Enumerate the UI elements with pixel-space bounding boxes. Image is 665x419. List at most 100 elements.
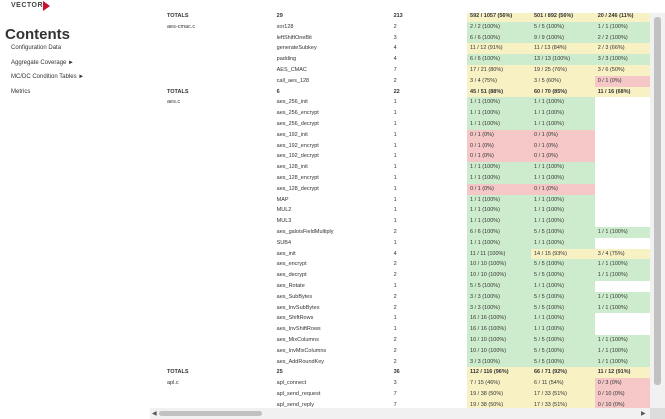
file-cell (164, 195, 274, 206)
n-cell: 1 (393, 174, 397, 181)
c3-cell (595, 97, 650, 108)
sidebar-item-mcdc-condition-tables[interactable]: MC/DC Condition Tables ► (11, 74, 84, 80)
statements-cell (429, 357, 467, 368)
c1-cell: 10 / 10 (100%) (467, 345, 531, 357)
table-row: AES_CMAC 7 17 / 21 (80%) 19 / 25 (76%) 3 / 6… (164, 64, 650, 76)
statements-cell (429, 151, 467, 162)
fn-cell: apl_send_reply (276, 401, 314, 408)
fn-cell: aes_256_init (276, 99, 308, 106)
vector-logo: VECTOR (11, 2, 44, 9)
c3-cell (595, 119, 650, 130)
statements-cell (429, 162, 467, 173)
c2-cell: 5 / 5 (100%) (531, 334, 595, 346)
table-row: aes.c aes_256_init 1 1 / 1 (100%) 1 / 1 (100… (164, 97, 650, 109)
scroll-right-icon[interactable]: ▶ (641, 410, 646, 417)
n-cell: 1 (393, 218, 397, 225)
scroll-left-icon[interactable]: ◀ (152, 410, 157, 417)
c3-cell (595, 313, 650, 324)
statements-cell (429, 97, 467, 108)
table-row: aes_SubBytes 2 3 / 3 (100%) 5 / 5 (100%) 1 /… (164, 291, 650, 303)
c2-cell: 0 / 1 (0%) (531, 183, 595, 195)
c2-cell: 19 / 25 (76%) (531, 64, 595, 76)
statements-cell (429, 65, 467, 76)
c2-cell: 5 / 5 (100%) (531, 356, 595, 368)
statements-cell (429, 119, 467, 130)
file-cell (164, 238, 274, 249)
c1-cell: 17 / 21 (80%) (467, 64, 531, 76)
file-cell (164, 227, 274, 238)
c2-cell: 17 / 33 (51%) (531, 399, 595, 408)
table-row: leftShiftOneBit 3 6 / 6 (100%) 9 / 9 (100%)… (164, 32, 650, 44)
table-row: aes-cmac.c xor128 2 2 / 2 (100%) 5 / 5 (100%… (164, 21, 650, 33)
sidebar-item-aggregate-coverage[interactable]: Aggregate Coverage ► (11, 60, 74, 66)
totals-row: TOTALS 25 36 112 / 116 (96%) 66 / 71 (92%) 11… (164, 367, 650, 379)
vertical-scrollbar[interactable] (650, 13, 665, 408)
file-cell (164, 346, 274, 357)
statements-cell (429, 195, 467, 206)
fn-cell: aes_SubBytes (276, 293, 313, 300)
c3-cell (595, 205, 650, 216)
table-row: aes_192_init 1 0 / 1 (0%) 0 / 1 (0%) (164, 129, 650, 141)
table-row: aes_InvSubBytes 2 3 / 3 (100%) 5 / 5 (100%)… (164, 302, 650, 314)
table-row: apl.c apl_connect 3 7 / 15 (46%) 6 / 11 (54%… (164, 378, 650, 389)
fn-cell: leftShiftOneBit (276, 34, 312, 41)
c1-cell: 1 / 1 (100%) (467, 237, 531, 249)
c1-cell: 3 / 3 (100%) (467, 302, 531, 314)
table-row: call_aes_128 2 3 / 4 (75%) 3 / 5 (60%) 0 / 1… (164, 75, 650, 87)
c2-cell: 1 / 1 (100%) (531, 172, 595, 184)
c2-cell: 14 / 15 (93%) (531, 248, 595, 260)
c2-cell: 66 / 71 (92%) (531, 367, 595, 379)
vector-logo-arrow-icon (43, 1, 50, 11)
c2-cell: 13 / 13 (100%) (531, 54, 595, 65)
sidebar-item-configuration-data[interactable]: Configuration Data (11, 45, 61, 51)
n-cell: 1 (393, 326, 397, 333)
c1-cell: 19 / 38 (50%) (467, 399, 531, 408)
header-bar: VECTOR (0, 0, 665, 13)
c2-cell: 5 / 5 (100%) (531, 21, 595, 33)
n-cell: 2 (393, 358, 397, 365)
c2-cell: 5 / 5 (100%) (531, 226, 595, 238)
n-cell: 213 (393, 13, 403, 19)
c2-cell: 6 / 11 (54%) (531, 378, 595, 389)
table-row: aes_ShiftRows 1 16 / 16 (100%) 1 / 1 (100%) (164, 313, 650, 325)
c1-cell: 45 / 51 (88%) (467, 86, 531, 98)
coverage-table: TOTALS 29 213 592 / 1057 (56%) 501 / 892 (56… (164, 13, 650, 408)
c3-cell: 1 / 1 (100%) (594, 302, 650, 314)
table-row: aes_InvMixColumns 2 10 / 10 (100%) 5 / 5 (1… (164, 345, 650, 357)
c1-cell: 6 / 6 (100%) (467, 54, 531, 65)
file-cell (164, 173, 274, 184)
c2-cell: 60 / 70 (85%) (531, 86, 595, 98)
c2-cell: 1 / 1 (100%) (531, 216, 595, 227)
fn-cell: aes_galoisFieldMultiply (276, 228, 334, 235)
file-cell (164, 54, 274, 65)
file-cell (164, 184, 274, 195)
file-cell (164, 43, 274, 54)
statements-cell (429, 292, 467, 303)
table-row: aes_256_decrypt 1 1 / 1 (100%) 1 / 1 (100%) (164, 118, 650, 130)
fn-cell: apl_connect (276, 380, 307, 387)
c2-cell: 5 / 5 (100%) (531, 302, 595, 314)
c2-cell: 1 / 1 (100%) (531, 237, 595, 249)
n-cell: 2 (393, 77, 397, 84)
horizontal-scrollbar-thumb[interactable] (159, 411, 262, 416)
c3-cell (595, 184, 650, 195)
c2-cell: 1 / 1 (100%) (531, 162, 595, 173)
horizontal-scrollbar[interactable]: ◀ ▶ (150, 408, 650, 419)
fn-cell: call_aes_128 (276, 77, 310, 84)
table-row: aes_galoisFieldMultiply 2 6 / 6 (100%) 5 / … (164, 226, 650, 238)
c1-cell: 3 / 3 (100%) (467, 356, 531, 368)
fn-cell: aes_decrypt (276, 272, 307, 279)
vertical-scrollbar-thumb[interactable] (654, 17, 661, 385)
sidebar-item-metrics[interactable]: Metrics (11, 89, 30, 95)
file-cell (164, 205, 274, 216)
fn-cell: aes_192_encrypt (276, 142, 319, 149)
c3-cell: 3 / 6 (50%) (594, 64, 650, 76)
fn-cell: 29 (276, 13, 283, 19)
fn-cell: 25 (276, 369, 283, 376)
c2-cell: 1 / 1 (100%) (531, 97, 595, 109)
c2-cell: 0 / 1 (0%) (531, 151, 595, 163)
fn-cell: aes_InvMixColumns (276, 347, 327, 354)
c1-cell: 7 / 15 (46%) (467, 378, 531, 389)
table-row: MAP 1 1 / 1 (100%) 1 / 1 (100%) (164, 194, 650, 206)
coverage-content[interactable]: TOTALS 29 213 592 / 1057 (56%) 501 / 892 (56… (150, 13, 650, 408)
